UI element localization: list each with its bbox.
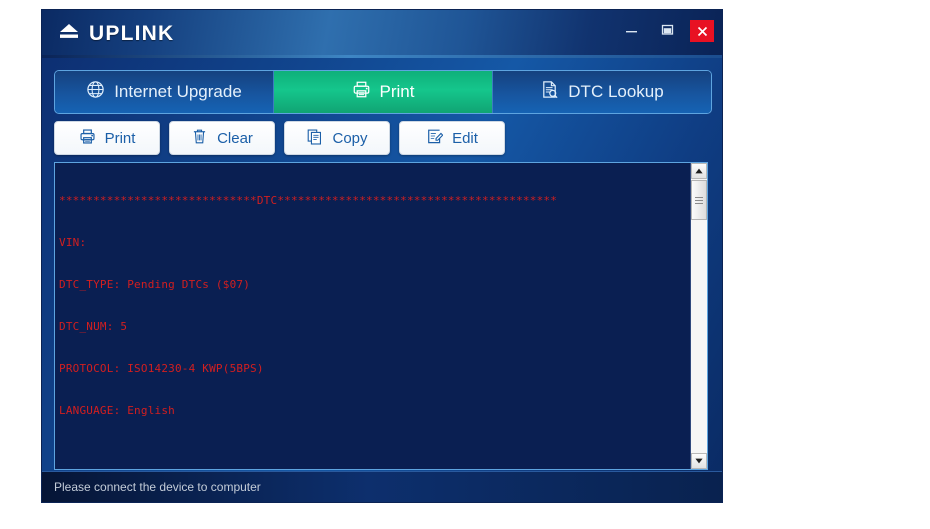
- tool-label: Edit: [452, 129, 478, 147]
- spacer-line: [59, 446, 690, 460]
- window-controls: [618, 20, 714, 42]
- edit-pencil-icon: [426, 128, 444, 149]
- scrollbar-grip-icon: [695, 195, 703, 206]
- status-bar: Please connect the device to computer: [42, 471, 722, 502]
- eject-triangle-icon: [58, 22, 80, 47]
- vertical-scrollbar[interactable]: [690, 163, 707, 469]
- scroll-down-arrow-icon[interactable]: [691, 453, 707, 469]
- tab-label: Internet Upgrade: [114, 82, 242, 101]
- report-dtc-type: DTC_TYPE: Pending DTCs ($07): [59, 278, 251, 291]
- app-title: UPLINK: [89, 22, 175, 45]
- trash-icon: [191, 128, 208, 149]
- scroll-up-arrow-icon[interactable]: [691, 163, 707, 179]
- window-body: Internet Upgrade Print DTC Lookup Print …: [42, 58, 722, 502]
- status-message: Please connect the device to computer: [54, 480, 261, 494]
- tab-label: Print: [379, 82, 415, 101]
- toolbar: Print Clear Copy Edit: [54, 121, 505, 155]
- scrollbar-track[interactable]: [691, 179, 707, 453]
- report-dtc-num: DTC_NUM: 5: [59, 320, 128, 333]
- title-bar: UPLINK: [42, 10, 722, 58]
- tab-dtc-lookup[interactable]: DTC Lookup: [492, 71, 711, 113]
- dtc-banner: *****************************DTC********…: [59, 194, 558, 207]
- report-vin: VIN:: [59, 236, 87, 249]
- report-text[interactable]: *****************************DTC********…: [55, 163, 690, 469]
- close-icon[interactable]: [690, 20, 714, 42]
- tab-internet-upgrade[interactable]: Internet Upgrade: [55, 71, 273, 113]
- tab-label: DTC Lookup: [568, 82, 664, 101]
- report-language: LANGUAGE: English: [59, 404, 175, 417]
- report-protocol: PROTOCOL: ISO14230-4 KWP(5BPS): [59, 362, 264, 375]
- tool-label: Copy: [332, 129, 368, 147]
- tab-bar: Internet Upgrade Print DTC Lookup: [54, 70, 712, 114]
- tab-print[interactable]: Print: [273, 71, 492, 113]
- tool-label: Clear: [217, 129, 253, 147]
- report-text-panel: *****************************DTC********…: [54, 162, 708, 470]
- brand: UPLINK: [58, 22, 174, 47]
- copy-button[interactable]: Copy: [284, 121, 390, 155]
- edit-button[interactable]: Edit: [399, 121, 505, 155]
- restore-icon[interactable]: [654, 20, 680, 42]
- document-search-icon: [540, 80, 559, 104]
- clear-button[interactable]: Clear: [169, 121, 275, 155]
- printer-icon: [79, 128, 96, 149]
- scrollbar-thumb[interactable]: [691, 180, 707, 220]
- copy-icon: [306, 128, 323, 149]
- tool-label: Print: [104, 129, 136, 147]
- uplink-application-window: UPLINK Internet Upgrade Print DTC Lookup…: [42, 10, 722, 502]
- minimize-icon[interactable]: [618, 20, 644, 42]
- globe-icon: [86, 80, 105, 104]
- printer-icon: [352, 80, 371, 104]
- print-button[interactable]: Print: [54, 121, 160, 155]
